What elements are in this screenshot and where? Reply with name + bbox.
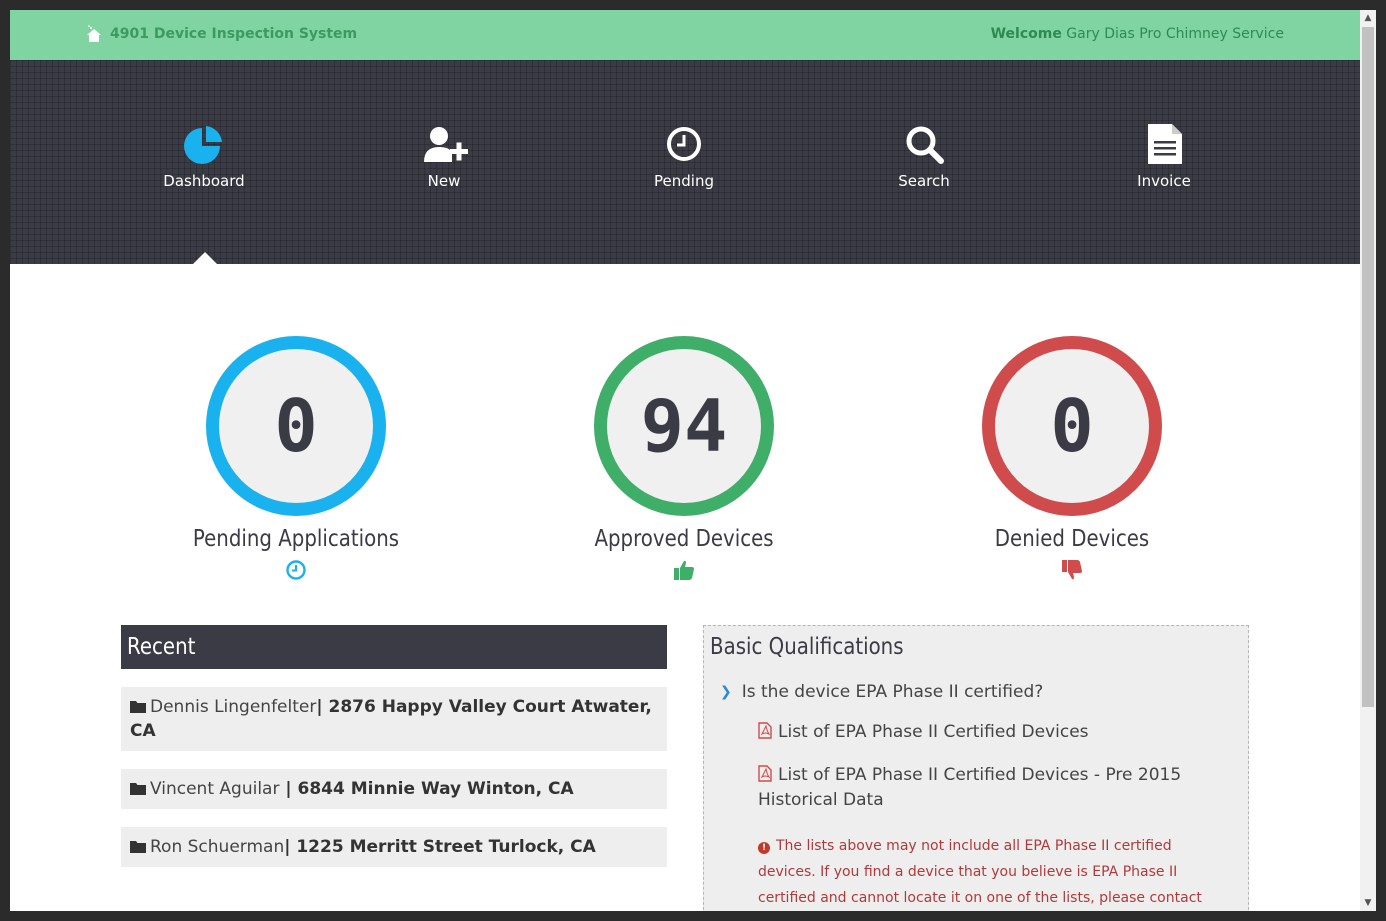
pdf-file-icon (758, 722, 772, 739)
scroll-down-arrow-icon[interactable]: ▼ (1360, 895, 1376, 911)
user-plus-icon (424, 127, 468, 162)
stat-ring: 94 (594, 336, 774, 516)
stat-denied-devices[interactable]: 0 Denied Devices (922, 336, 1222, 582)
link-text: List of EPA Phase II Certified Devices -… (758, 765, 1182, 810)
nav-label: Pending (654, 172, 714, 190)
app-title: 4901 Device Inspection System (110, 26, 358, 42)
qualifications-title: Basic Qualifications (710, 634, 904, 660)
notice-text: ! The lists above may not include all EPA… (758, 833, 1228, 911)
recent-address: | 6844 Minnie Way Winton, CA (279, 779, 574, 799)
nav-invoice[interactable]: Invoice (1104, 122, 1224, 190)
recent-panel: Recent Dennis Lingenfelter| 2876 Happy V… (121, 625, 667, 867)
chevron-right-icon: ❯ (720, 684, 732, 700)
nav-label: Dashboard (163, 172, 245, 190)
stat-label: Approved Devices (594, 526, 774, 552)
notice-message: The lists above may not include all EPA … (758, 838, 1202, 906)
qualifications-panel: Basic Qualifications ❯ Is the device EPA… (703, 625, 1249, 911)
qualification-question[interactable]: ❯ Is the device EPA Phase II certified? (720, 682, 1248, 702)
welcome-message: Welcome Gary Dias Pro Chimney Service (991, 26, 1284, 42)
stat-value: 94 (640, 384, 728, 468)
nav-dashboard[interactable]: Dashboard (144, 122, 264, 190)
scroll-thumb[interactable] (1362, 27, 1374, 707)
document-icon (1148, 124, 1182, 164)
logo-icon (87, 25, 101, 42)
epa-list-link[interactable]: List of EPA Phase II Certified Devices (758, 720, 1198, 745)
nav-pending[interactable]: Pending (624, 122, 744, 190)
user-name[interactable]: Gary Dias Pro Chimney Service (1066, 26, 1284, 42)
nav-label: New (427, 172, 461, 190)
clock-icon (286, 560, 306, 580)
thumbs-up-icon (674, 560, 694, 580)
nav-label: Invoice (1137, 172, 1191, 190)
active-nav-indicator (192, 252, 218, 265)
stat-value: 0 (274, 384, 318, 468)
search-icon (906, 126, 944, 164)
welcome-label: Welcome (990, 26, 1062, 42)
epa-historical-list-link[interactable]: List of EPA Phase II Certified Devices -… (758, 763, 1198, 813)
clock-icon (667, 127, 701, 161)
recent-name: Dennis Lingenfelter (150, 697, 317, 717)
list-item[interactable]: Ron Schuerman| 1225 Merritt Street Turlo… (121, 827, 667, 867)
pie-chart-icon (184, 126, 222, 164)
stat-label: Denied Devices (994, 526, 1150, 552)
stat-pending-applications[interactable]: 0 Pending Applications (146, 336, 446, 582)
recent-name: Vincent Aguilar (150, 779, 280, 799)
folder-icon (130, 783, 146, 795)
list-item[interactable]: Vincent Aguilar | 6844 Minnie Way Winton… (121, 769, 667, 809)
stat-approved-devices[interactable]: 94 Approved Devices (534, 336, 834, 582)
stat-ring: 0 (982, 336, 1162, 516)
nav-new[interactable]: New (384, 122, 504, 190)
nav-search[interactable]: Search (864, 122, 984, 190)
folder-icon (130, 841, 146, 853)
vertical-scrollbar[interactable]: ▲ ▼ (1360, 10, 1376, 911)
list-item[interactable]: Dennis Lingenfelter| 2876 Happy Valley C… (121, 687, 667, 751)
link-text: List of EPA Phase II Certified Devices (778, 722, 1089, 742)
main-nav: Dashboard New Pending Search Invoice (10, 60, 1360, 264)
pdf-file-icon (758, 765, 772, 782)
stat-value: 0 (1050, 384, 1094, 468)
app-window: 4901 Device Inspection System Welcome Ga… (10, 10, 1376, 911)
recent-title: Recent (127, 634, 196, 660)
question-text: Is the device EPA Phase II certified? (741, 682, 1044, 702)
recent-address: | 1225 Merritt Street Turlock, CA (284, 837, 596, 857)
folder-icon (130, 701, 146, 713)
stat-label: Pending Applications (192, 526, 400, 552)
scroll-up-arrow-icon[interactable]: ▲ (1360, 10, 1376, 26)
recent-name: Ron Schuerman (150, 837, 285, 857)
recent-header: Recent (121, 625, 667, 669)
brand[interactable]: 4901 Device Inspection System (86, 25, 357, 43)
thumbs-down-icon (1062, 560, 1082, 580)
nav-label: Search (898, 172, 950, 190)
exclamation-icon: ! (758, 842, 770, 854)
top-bar: 4901 Device Inspection System Welcome Ga… (10, 10, 1360, 60)
stat-ring: 0 (206, 336, 386, 516)
